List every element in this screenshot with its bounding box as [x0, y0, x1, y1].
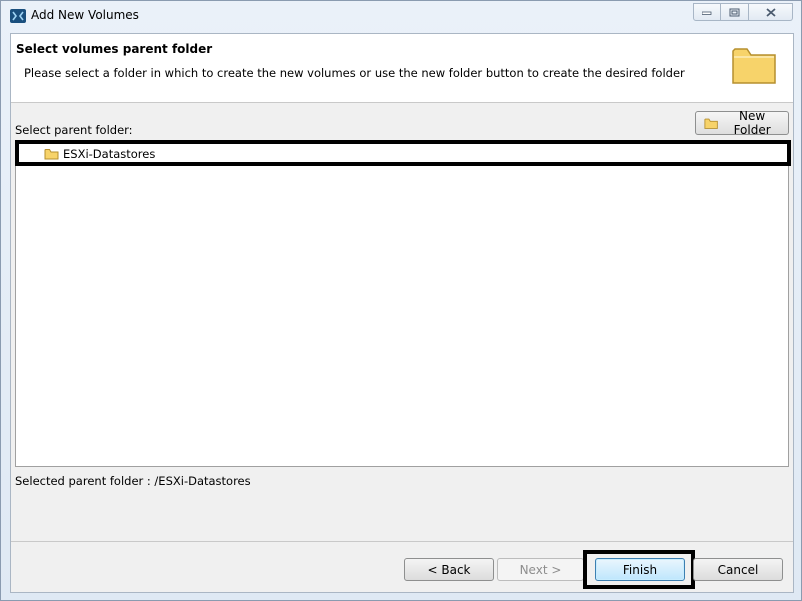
dialog-window: Add New Volumes Select volumes parent fo…: [0, 0, 802, 601]
selected-parent-folder: Selected parent folder : /ESXi-Datastore…: [15, 474, 251, 488]
finish-button[interactable]: Finish: [595, 558, 685, 581]
page-title: Select volumes parent folder: [16, 42, 213, 56]
footer-divider: [11, 541, 793, 542]
folder-tree[interactable]: ESXi-Datastores: [15, 140, 791, 467]
tree-item-esxi-datastores[interactable]: ESXi-Datastores: [15, 140, 791, 166]
minimize-button[interactable]: [693, 3, 721, 21]
back-button[interactable]: < Back: [404, 558, 494, 581]
close-button[interactable]: [749, 3, 793, 21]
new-folder-label: New Folder: [733, 109, 771, 137]
folder-icon: [44, 149, 59, 160]
tree-item-label: ESXi-Datastores: [63, 147, 156, 161]
new-folder-button[interactable]: New Folder: [695, 109, 789, 137]
folder-icon: [704, 118, 718, 129]
next-button[interactable]: Next >: [497, 558, 584, 581]
window-title: Add New Volumes: [31, 8, 139, 22]
cancel-button[interactable]: Cancel: [693, 558, 783, 581]
restore-icon: [729, 8, 740, 16]
minimize-icon: [702, 11, 712, 15]
page-description: Please select a folder in which to creat…: [24, 66, 685, 80]
wizard-header: Select volumes parent folder Please sele…: [11, 34, 793, 103]
caption-buttons: [693, 3, 793, 21]
folder-icon: [732, 48, 776, 84]
close-icon: [765, 7, 776, 17]
app-logo-icon: [10, 9, 26, 23]
restore-button[interactable]: [721, 3, 749, 21]
dialog-client: Select volumes parent folder Please sele…: [10, 33, 794, 593]
parent-folder-label: Select parent folder:: [15, 123, 133, 137]
title-bar[interactable]: Add New Volumes: [1, 1, 801, 31]
